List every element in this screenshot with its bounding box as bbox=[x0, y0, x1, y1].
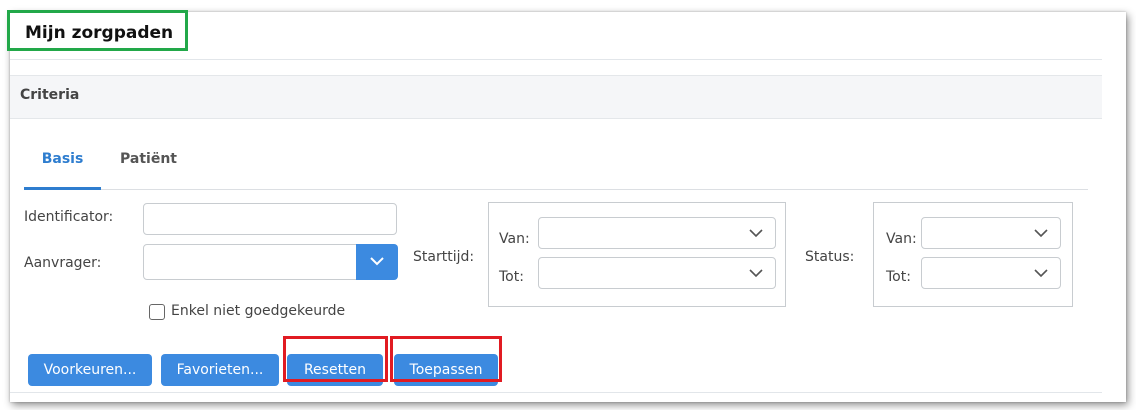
identificator-label: Identificator: bbox=[24, 209, 114, 225]
divider bbox=[10, 392, 1102, 393]
chevron-down-icon bbox=[1034, 269, 1048, 278]
status-tot-select[interactable] bbox=[921, 257, 1061, 289]
starttijd-van-label: Van: bbox=[499, 231, 530, 247]
voorkeuren-button[interactable]: Voorkeuren... bbox=[28, 354, 152, 386]
chevron-down-icon bbox=[1034, 229, 1048, 238]
starttijd-tot-select[interactable] bbox=[538, 257, 776, 289]
identificator-input[interactable] bbox=[143, 203, 397, 235]
aanvrager-input[interactable] bbox=[143, 244, 357, 280]
aanvrager-label: Aanvrager: bbox=[24, 255, 102, 271]
status-van-select[interactable] bbox=[921, 217, 1061, 249]
status-tot-label: Tot: bbox=[886, 269, 911, 285]
starttijd-tot-label: Tot: bbox=[499, 269, 524, 285]
chevron-down-icon bbox=[370, 257, 384, 266]
tab-basis[interactable]: Basis bbox=[24, 147, 101, 190]
favorieten-button[interactable]: Favorieten... bbox=[161, 354, 279, 386]
search-panel: Mijn zorgpaden Criteria Basis Patiënt Id… bbox=[10, 12, 1126, 402]
title-highlight-box bbox=[7, 10, 188, 51]
chevron-down-icon bbox=[749, 269, 763, 278]
toepassen-highlight-box bbox=[390, 336, 502, 382]
criteria-tabs: Basis Patiënt bbox=[24, 147, 1088, 190]
starttijd-van-select[interactable] bbox=[538, 217, 776, 249]
criteria-header: Criteria bbox=[10, 75, 1102, 119]
tab-patient[interactable]: Patiënt bbox=[120, 147, 177, 187]
aanvrager-dropdown-button[interactable] bbox=[356, 244, 398, 280]
resetten-highlight-box bbox=[283, 336, 388, 382]
checkbox-label: Enkel niet goedgekeurde bbox=[171, 303, 346, 319]
chevron-down-icon bbox=[749, 229, 763, 238]
criteria-label: Criteria bbox=[20, 87, 80, 103]
status-van-label: Van: bbox=[886, 231, 917, 247]
starttijd-label: Starttijd: bbox=[413, 249, 475, 265]
enkel-niet-goedgekeurde-checkbox[interactable] bbox=[149, 304, 165, 320]
status-label: Status: bbox=[805, 249, 855, 265]
